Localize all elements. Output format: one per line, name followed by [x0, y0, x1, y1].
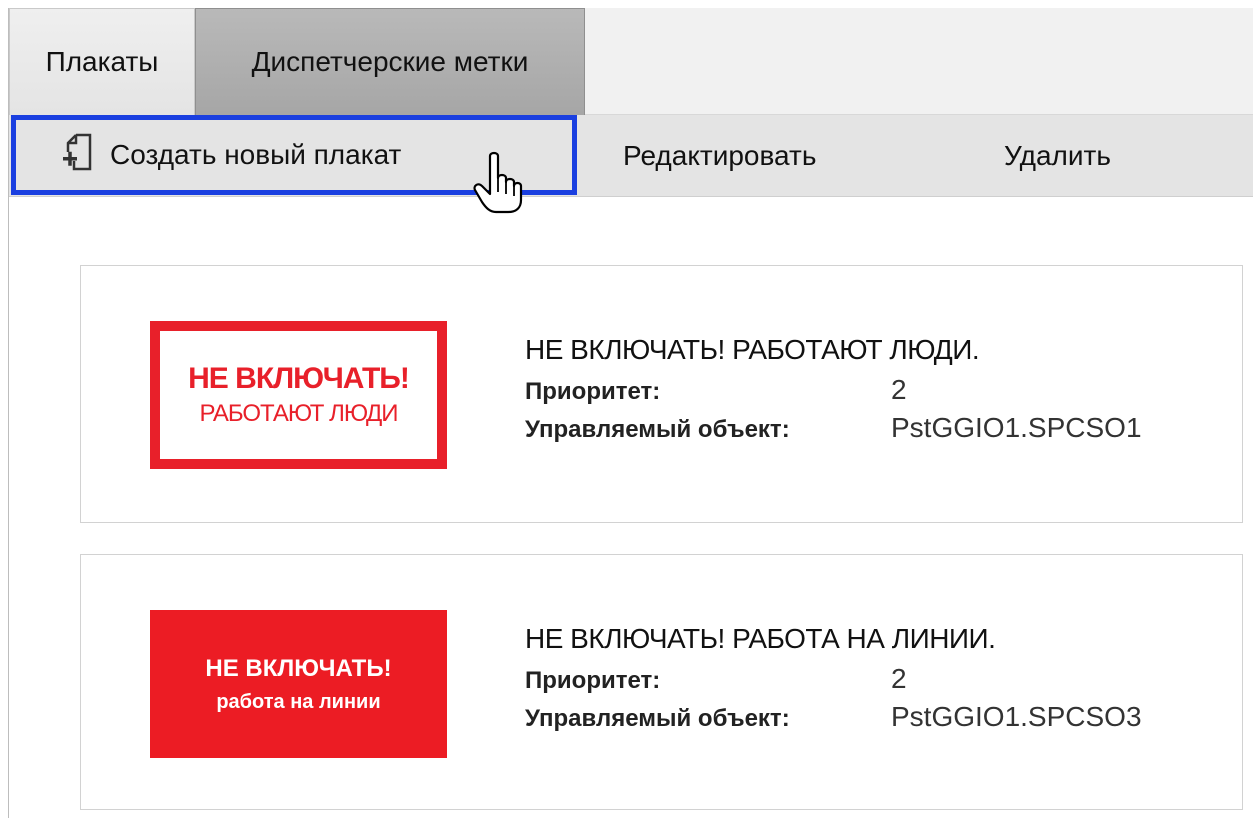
object-value: PstGGIO1.SPCSO1: [891, 412, 1142, 443]
toolbar: Создать новый плакат Редактировать Удали…: [9, 115, 1253, 197]
poster-line2: РАБОТАЮТ ЛЮДИ: [199, 400, 398, 427]
poster-info: НЕ ВКЛЮЧАТЬ! РАБОТАЮТ ЛЮДИ. Приоритет: 2…: [525, 334, 1142, 450]
priority-label: Приоритет:: [525, 667, 661, 694]
edit-label: Редактировать: [623, 140, 817, 171]
object-label: Управляемый объект:: [525, 705, 790, 732]
priority-row: Приоритет: 2: [525, 663, 1142, 701]
hand-pointer-icon: [470, 150, 526, 221]
object-value: PstGGIO1.SPCSO3: [891, 701, 1142, 732]
object-row: Управляемый объект: PstGGIO1.SPCSO3: [525, 701, 1142, 739]
poster-line2: работа на линии: [216, 690, 381, 713]
poster-image-filled: НЕ ВКЛЮЧАТЬ! работа на линии: [150, 610, 447, 758]
object-label: Управляемый объект:: [525, 416, 790, 443]
tab-plakaty[interactable]: Плакаты: [9, 8, 195, 115]
tab-bar: Плакаты Диспетчерские метки: [9, 8, 1253, 115]
poster-line1: НЕ ВКЛЮЧАТЬ!: [205, 654, 392, 682]
poster-image-outlined: НЕ ВКЛЮЧАТЬ! РАБОТАЮТ ЛЮДИ: [150, 321, 447, 469]
new-document-plus-icon: [60, 132, 100, 179]
poster-card[interactable]: НЕ ВКЛЮЧАТЬ! РАБОТАЮТ ЛЮДИ НЕ ВКЛЮЧАТЬ! …: [80, 265, 1243, 523]
priority-row: Приоритет: 2: [525, 374, 1142, 412]
priority-value: 2: [891, 374, 907, 405]
delete-button[interactable]: Удалить: [1004, 115, 1111, 197]
create-poster-label: Создать новый плакат: [110, 139, 402, 170]
priority-value: 2: [891, 663, 907, 694]
poster-manager-window: Плакаты Диспетчерские метки Создать новы…: [8, 8, 1253, 818]
poster-line1: НЕ ВКЛЮЧАТЬ!: [188, 362, 410, 395]
poster-title: НЕ ВКЛЮЧАТЬ! РАБОТА НА ЛИНИИ.: [525, 623, 996, 654]
edit-button[interactable]: Редактировать: [623, 115, 816, 197]
poster-title: НЕ ВКЛЮЧАТЬ! РАБОТАЮТ ЛЮДИ.: [525, 334, 980, 365]
poster-card[interactable]: НЕ ВКЛЮЧАТЬ! работа на линии НЕ ВКЛЮЧАТЬ…: [80, 554, 1243, 810]
tab-plakaty-label: Плакаты: [45, 46, 159, 77]
tab-dispatcher-marks-label: Диспетчерские метки: [251, 46, 529, 77]
delete-label: Удалить: [1004, 140, 1111, 171]
poster-info: НЕ ВКЛЮЧАТЬ! РАБОТА НА ЛИНИИ. Приоритет:…: [525, 623, 1142, 739]
tab-dispatcher-marks[interactable]: Диспетчерские метки: [195, 8, 585, 115]
priority-label: Приоритет:: [525, 378, 661, 405]
object-row: Управляемый объект: PstGGIO1.SPCSO1: [525, 412, 1142, 450]
